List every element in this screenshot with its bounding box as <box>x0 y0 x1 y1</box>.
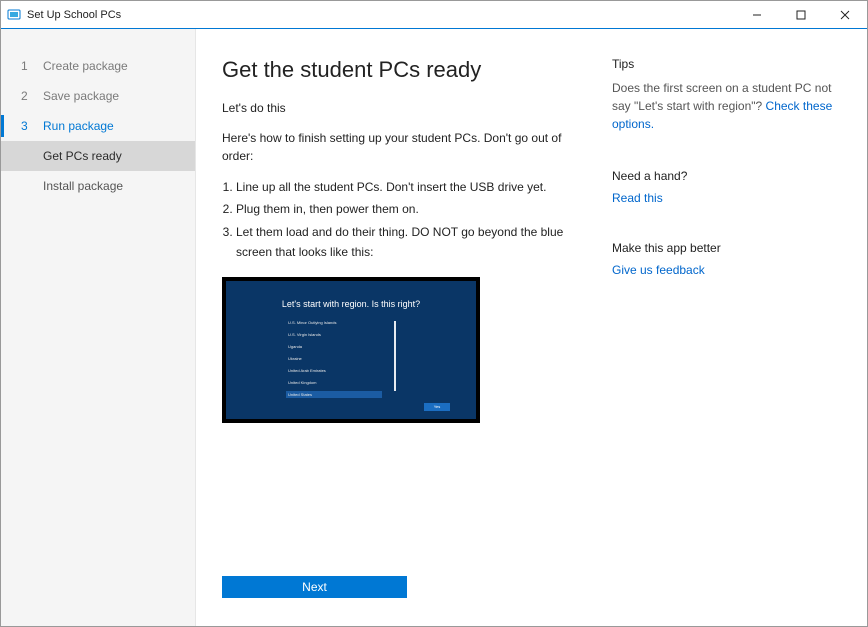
content-area: 1 Create package 2 Save package 3 Run pa… <box>1 29 867 626</box>
app-icon <box>7 8 21 22</box>
tips-section: Tips Does the first screen on a student … <box>612 57 835 133</box>
feedback-title: Make this app better <box>612 241 835 255</box>
nav-create-package[interactable]: 1 Create package <box>1 51 195 81</box>
tips-column: Tips Does the first screen on a student … <box>612 57 835 598</box>
minimize-button[interactable] <box>735 1 779 29</box>
oobe-item-selected: United States <box>286 391 382 398</box>
window-controls <box>735 1 867 29</box>
need-hand-title: Need a hand? <box>612 169 835 183</box>
nav-sub-label: Install package <box>43 179 123 193</box>
main-panel: Get the student PCs ready Let's do this … <box>196 29 867 626</box>
page-title: Get the student PCs ready <box>222 57 582 83</box>
close-button[interactable] <box>823 1 867 29</box>
nav-save-package[interactable]: 2 Save package <box>1 81 195 111</box>
oobe-title: Let's start with region. Is this right? <box>282 299 420 309</box>
steps-list: Line up all the student PCs. Don't inser… <box>222 177 582 265</box>
oobe-item: U.S. Minor Outlying Islands <box>286 319 382 326</box>
oobe-yes-button: Yes <box>424 403 450 411</box>
titlebar-left: Set Up School PCs <box>1 8 735 22</box>
nav-num: 2 <box>21 89 29 103</box>
oobe-inner: Let's start with region. Is this right? … <box>226 281 476 419</box>
oobe-preview: Let's start with region. Is this right? … <box>222 277 480 423</box>
oobe-item: Ukraine <box>286 355 382 362</box>
nav-label: Save package <box>43 89 119 103</box>
oobe-item: Uganda <box>286 343 382 350</box>
oobe-region-list: U.S. Minor Outlying Islands U.S. Virgin … <box>286 319 382 398</box>
oobe-item: United Arab Emirates <box>286 367 382 374</box>
app-title: Set Up School PCs <box>27 9 121 21</box>
sidebar: 1 Create package 2 Save package 3 Run pa… <box>1 29 196 626</box>
lead-text: Let's do this <box>222 101 582 115</box>
oobe-item: U.S. Virgin Islands <box>286 331 382 338</box>
titlebar: Set Up School PCs <box>1 1 867 29</box>
maximize-button[interactable] <box>779 1 823 29</box>
next-button[interactable]: Next <box>222 576 407 598</box>
nav-sub-get-pcs-ready[interactable]: Get PCs ready <box>1 141 195 171</box>
nav-label: Create package <box>43 59 128 73</box>
tips-text: Does the first screen on a student PC no… <box>612 79 835 133</box>
nav-sub-label: Get PCs ready <box>43 149 122 163</box>
intro-text: Here's how to finish setting up your stu… <box>222 129 582 165</box>
nav-label: Run package <box>43 119 114 133</box>
nav-sub-install-package[interactable]: Install package <box>1 171 195 201</box>
nav-num: 1 <box>21 59 29 73</box>
oobe-scrollbar <box>394 321 396 391</box>
tips-title: Tips <box>612 57 835 71</box>
step-1: Line up all the student PCs. Don't inser… <box>236 177 582 197</box>
oobe-item: United Kingdom <box>286 379 382 386</box>
need-hand-section: Need a hand? Read this <box>612 169 835 205</box>
nav-run-package[interactable]: 3 Run package <box>1 111 195 141</box>
main-left-column: Get the student PCs ready Let's do this … <box>222 57 582 598</box>
feedback-section: Make this app better Give us feedback <box>612 241 835 277</box>
nav-num: 3 <box>21 119 29 133</box>
step-3: Let them load and do their thing. DO NOT… <box>236 222 582 263</box>
feedback-link[interactable]: Give us feedback <box>612 263 835 277</box>
read-this-link[interactable]: Read this <box>612 191 835 205</box>
step-2: Plug them in, then power them on. <box>236 199 582 219</box>
